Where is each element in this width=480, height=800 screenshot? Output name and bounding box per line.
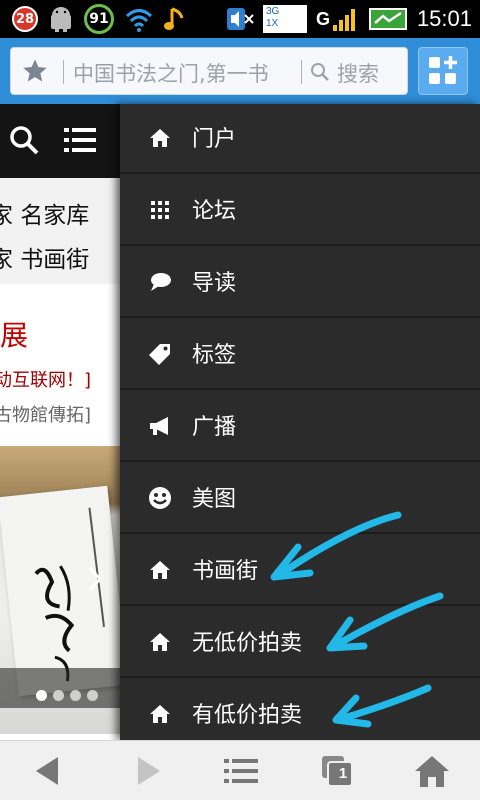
news-line[interactable]: 动互联网！] bbox=[0, 366, 91, 392]
menu-item-portal[interactable]: 门户 bbox=[120, 104, 480, 174]
url-divider bbox=[63, 60, 64, 84]
url-text[interactable]: 中国书法之门,第一书 bbox=[73, 58, 298, 88]
clock: 15:01 bbox=[416, 6, 472, 31]
wifi-icon bbox=[125, 9, 153, 32]
carousel-dot[interactable] bbox=[53, 690, 64, 701]
browser-toolbar: 中国书法之门,第一书 搜索 bbox=[0, 38, 480, 104]
tabs-button[interactable]: 1 bbox=[318, 753, 358, 789]
music-icon bbox=[164, 7, 184, 30]
nav-row[interactable]: 家 书画街 bbox=[0, 240, 89, 274]
carousel-dot[interactable] bbox=[36, 690, 47, 701]
status-left: 28 91 bbox=[12, 3, 186, 35]
menu-item-label: 门户 bbox=[192, 127, 237, 152]
megaphone-icon bbox=[150, 417, 168, 435]
back-icon[interactable] bbox=[28, 753, 68, 789]
menu-item-tags[interactable]: 标签 bbox=[120, 320, 480, 390]
news-line[interactable]: 古物館傳拓] bbox=[0, 401, 91, 427]
menu-item-guide[interactable]: 导读 bbox=[120, 248, 480, 318]
page-title[interactable]: 展 bbox=[0, 314, 28, 354]
browser-bottom-bar: 1 bbox=[0, 740, 480, 800]
carousel-dot[interactable] bbox=[70, 690, 81, 701]
nav-row[interactable]: 家 名家库 bbox=[0, 196, 89, 230]
grid-icon bbox=[151, 201, 169, 219]
apps-plus-icon bbox=[429, 56, 457, 84]
search-button-label[interactable]: 搜索 bbox=[337, 58, 379, 88]
network-badge-bottom: 1X bbox=[265, 18, 279, 29]
menu-item-label: 美图 bbox=[192, 487, 237, 512]
battery-saver-badge[interactable]: 91 bbox=[84, 4, 114, 34]
menu-item-label: 书画街 bbox=[192, 559, 259, 584]
svg-text:G: G bbox=[316, 9, 330, 29]
url-divider bbox=[301, 60, 302, 84]
menu-icon[interactable] bbox=[222, 753, 262, 789]
chevron-right-icon[interactable] bbox=[86, 564, 104, 594]
android-icon bbox=[51, 7, 71, 32]
notification-badge[interactable]: 28 bbox=[12, 6, 38, 32]
chat-bubble-icon bbox=[151, 273, 171, 291]
forward-icon[interactable] bbox=[128, 753, 168, 789]
page-header bbox=[0, 104, 120, 178]
apps-plus-button[interactable] bbox=[418, 47, 468, 95]
home-icon bbox=[150, 561, 170, 579]
search-icon[interactable] bbox=[309, 61, 331, 83]
annotation-arrow-icon bbox=[270, 511, 402, 581]
menu-item-label: 有低价拍卖 bbox=[192, 703, 303, 728]
carousel-dots bbox=[36, 690, 98, 701]
home-icon bbox=[150, 633, 170, 651]
web-page: 家 名家库 家 书画街 展 动互联网！] 古物館傳拓] bbox=[0, 104, 120, 740]
carousel-caption-bar bbox=[0, 668, 120, 708]
status-bar: 28 91 3G 1X G 15:01 bbox=[0, 0, 480, 38]
mute-icon bbox=[226, 8, 254, 30]
annotation-arrow-icon bbox=[332, 684, 432, 728]
tag-icon bbox=[149, 344, 170, 365]
menu-item-label: 论坛 bbox=[192, 199, 237, 224]
search-icon[interactable] bbox=[8, 124, 40, 156]
status-right: 3G 1X G 15:01 bbox=[223, 3, 472, 35]
menu-item-forum[interactable]: 论坛 bbox=[120, 176, 480, 246]
smiley-icon bbox=[149, 487, 171, 509]
menu-item-label: 无低价拍卖 bbox=[192, 631, 303, 656]
menu-item-broadcast[interactable]: 广播 bbox=[120, 392, 480, 462]
annotation-arrow-icon bbox=[326, 592, 444, 652]
network-badge-top: 3G bbox=[265, 6, 280, 17]
page-nav: 家 名家库 家 书画街 bbox=[0, 178, 120, 284]
menu-item-label: 导读 bbox=[192, 271, 237, 296]
signal-g-icon: G bbox=[316, 9, 355, 31]
home-icon bbox=[150, 705, 170, 723]
menu-item-label: 标签 bbox=[192, 343, 237, 368]
network-type-badge: 3G 1X bbox=[262, 5, 307, 33]
home-icon bbox=[150, 129, 170, 147]
battery-icon bbox=[368, 8, 407, 30]
tab-count: 1 bbox=[338, 765, 348, 782]
carousel-dot[interactable] bbox=[87, 690, 98, 701]
url-bar[interactable]: 中国书法之门,第一书 搜索 bbox=[10, 47, 408, 95]
menu-item-label: 广播 bbox=[192, 415, 237, 440]
list-menu-icon[interactable] bbox=[64, 126, 96, 154]
bookmark-star-icon[interactable] bbox=[21, 57, 49, 85]
home-icon[interactable] bbox=[412, 753, 452, 789]
